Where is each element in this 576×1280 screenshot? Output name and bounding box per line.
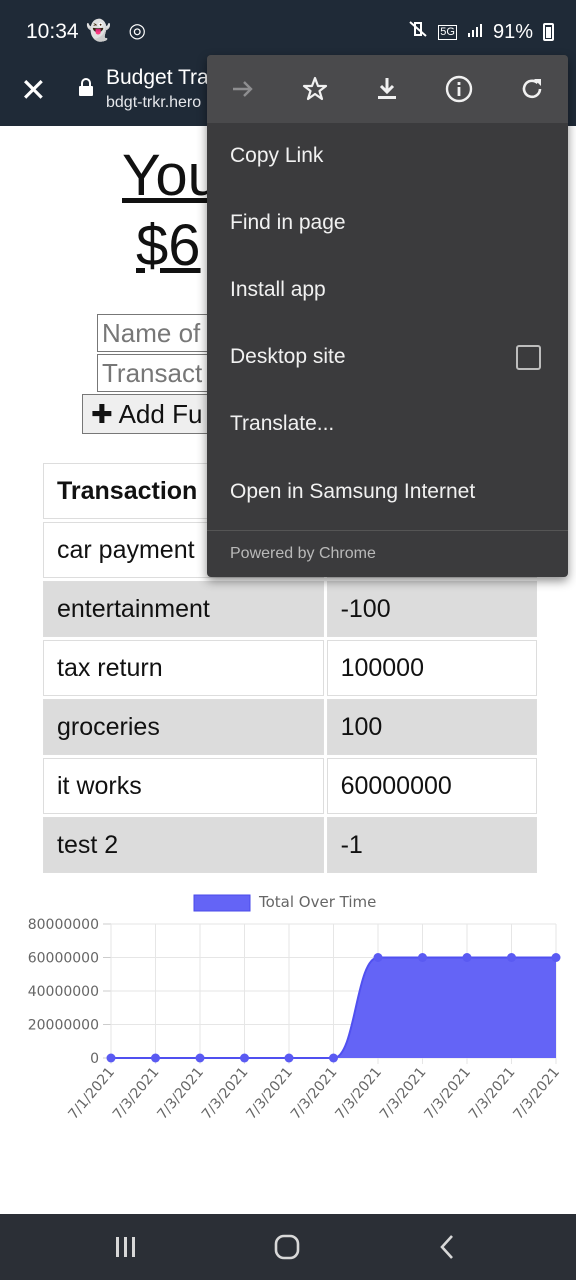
battery-icon [543,23,554,41]
data-point [507,953,516,962]
menu-item-install-app[interactable]: Install app [230,278,326,302]
table-row: tax return 100000 [43,640,537,696]
lock-icon[interactable] [78,78,94,96]
transaction-name: groceries [43,699,324,755]
data-point [329,1053,338,1063]
5g-icon: 5G [438,24,457,40]
signal-icon [467,21,483,44]
desktop-site-checkbox[interactable] [516,345,541,370]
menu-item-find-in-page[interactable]: Find in page [230,211,346,235]
home-icon[interactable] [267,1230,307,1264]
transaction-name: it works [43,758,324,814]
notification-icons: 👻 ◎ [86,18,152,43]
transaction-value: 100000 [326,640,537,696]
menu-divider [207,530,568,531]
legend-label: Total Over Time [258,893,376,911]
page-title[interactable]: Budget Tra [106,66,209,90]
menu-item-translate[interactable]: Translate... [230,412,334,436]
browser-overflow-menu: Copy Link Find in page Install app Deskt… [207,55,568,577]
y-tick-label: 80000000 [28,917,99,933]
y-tick-label: 40000000 [28,984,99,1000]
transaction-value: -1 [326,817,537,873]
amount-input[interactable]: Transact [97,354,217,392]
transaction-value: 100 [326,699,537,755]
star-icon[interactable] [295,69,335,109]
data-point [462,953,472,962]
back-icon[interactable] [428,1230,468,1264]
table-row: entertainment -100 [43,581,537,637]
powered-by-chrome: Powered by Chrome [230,545,376,562]
recent-apps-icon[interactable] [106,1230,146,1264]
data-point [284,1053,294,1063]
page-url[interactable]: bdgt-trkr.hero [106,94,201,112]
data-point [418,953,427,962]
y-tick-label: 20000000 [28,1018,99,1034]
data-point [195,1053,205,1063]
transaction-name: tax return [43,640,324,696]
navigation-bar [0,1214,576,1280]
table-row: it works 60000000 [43,758,537,814]
transaction-value: -100 [326,581,537,637]
battery-level: 91% [492,20,533,43]
data-point [106,1053,116,1063]
forward-icon[interactable] [223,69,263,109]
plus-icon: ✚ [91,399,119,429]
info-icon[interactable] [439,69,479,109]
mute-vibrate-icon [408,20,428,44]
add-funds-button[interactable]: ✚ Add Fu [82,394,222,434]
balance-heading: You [122,143,220,208]
menu-item-desktop-site[interactable]: Desktop site [230,345,346,369]
data-point [151,1053,160,1063]
transaction-name: entertainment [43,581,324,637]
menu-item-copy-link[interactable]: Copy Link [230,144,323,168]
menu-action-bar [207,55,568,123]
data-point [551,953,561,962]
x-tick-label: 7/3/2021 [510,1064,563,1122]
refresh-icon[interactable] [512,69,552,109]
transaction-value: 60000000 [326,758,537,814]
instagram-icon: ◎ [128,20,152,42]
table-row: test 2 -1 [43,817,537,873]
transaction-name: test 2 [43,817,324,873]
data-point [240,1053,249,1063]
table-row: groceries 100 [43,699,537,755]
add-funds-label: Add Fu [118,399,203,429]
clock: 10:34 [26,20,79,43]
menu-item-open-in-samsung-internet[interactable]: Open in Samsung Internet [230,480,475,504]
status-bar: 10:34 👻 ◎ 5G 91% [0,0,576,62]
system-icons: 5G 91% [408,20,554,44]
name-input[interactable]: Name of [97,314,217,352]
data-point [373,953,383,962]
legend-swatch [193,894,251,912]
total-over-time-chart: Total Over Time 80000000 60000000 40000000 2… [28,893,563,1123]
y-tick-label: 0 [90,1051,99,1067]
snapchat-icon: 👻 [86,20,117,42]
y-tick-label: 60000000 [28,951,99,967]
close-icon[interactable]: ✕ [20,74,47,106]
download-icon[interactable] [367,69,407,109]
balance-amount: $6 [136,213,201,278]
